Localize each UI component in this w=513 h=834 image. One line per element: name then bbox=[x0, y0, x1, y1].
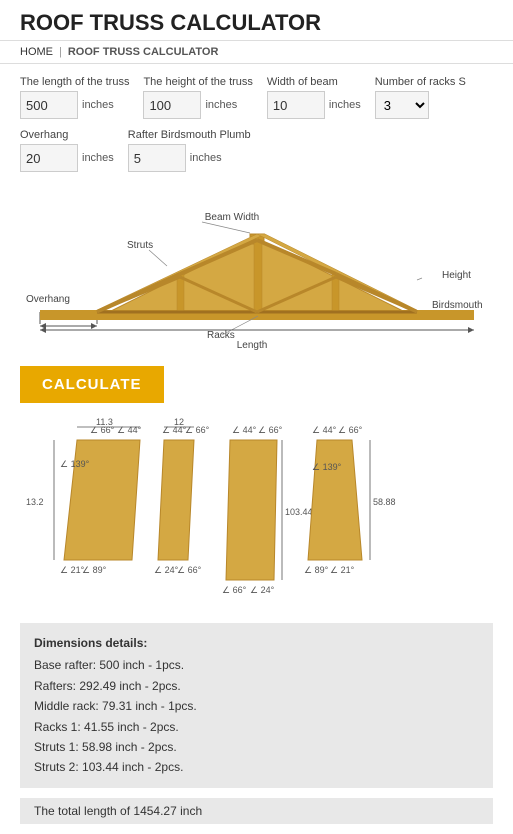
svg-text:13.2: 13.2 bbox=[26, 497, 44, 507]
dim-racks1: Racks 1: 41.55 inch - 2pcs. bbox=[34, 717, 479, 737]
dim-base-rafter: Base rafter: 500 inch - 1pcs. bbox=[34, 655, 479, 675]
field-overhang-unit: inches bbox=[82, 152, 114, 164]
svg-text:∠ 24°: ∠ 24° bbox=[250, 585, 275, 595]
page-title: ROOF TRUSS CALCULATOR bbox=[20, 10, 493, 36]
field-beam-width-input[interactable] bbox=[267, 91, 325, 119]
label-birdsmouth: Birdsmouth bbox=[432, 300, 483, 311]
field-height-input[interactable] bbox=[143, 91, 201, 119]
field-height-label: The height of the truss bbox=[143, 76, 252, 88]
form-section: The length of the truss inches The heigh… bbox=[0, 64, 513, 190]
label-height: Height bbox=[442, 270, 471, 281]
svg-text:∠ 66°: ∠ 66° bbox=[338, 425, 363, 435]
svg-text:∠ 44°: ∠ 44° bbox=[117, 425, 142, 435]
label-length: Length bbox=[236, 340, 267, 350]
field-length-label: The length of the truss bbox=[20, 76, 129, 88]
field-overhang-input[interactable] bbox=[20, 144, 78, 172]
svg-text:∠ 66°: ∠ 66° bbox=[185, 425, 210, 435]
label-struts: Struts bbox=[127, 240, 153, 251]
svg-text:∠ 139°: ∠ 139° bbox=[60, 459, 90, 469]
label-overhang: Overhang bbox=[26, 294, 70, 305]
calc-btn-section: CALCULATE bbox=[0, 358, 513, 411]
field-racks-select[interactable]: 3 2 4 5 bbox=[375, 91, 429, 119]
dimensions-section: Dimensions details: Base rafter: 500 inc… bbox=[20, 623, 493, 788]
breadcrumb-separator: | bbox=[59, 46, 62, 58]
svg-text:∠ 21°: ∠ 21° bbox=[60, 565, 85, 575]
svg-text:∠ 24°: ∠ 24° bbox=[154, 565, 179, 575]
svg-text:∠ 66°: ∠ 66° bbox=[258, 425, 283, 435]
field-height-unit: inches bbox=[205, 99, 237, 111]
svg-text:58.88: 58.88 bbox=[373, 497, 396, 507]
field-height: The height of the truss inches bbox=[143, 76, 252, 119]
svg-text:∠ 89°: ∠ 89° bbox=[304, 565, 329, 575]
field-racks: Number of racks S 3 2 4 5 bbox=[375, 76, 466, 119]
form-row-2: Overhang inches Rafter Birdsmouth Plumb … bbox=[20, 129, 493, 172]
svg-text:103.44: 103.44 bbox=[285, 507, 313, 517]
truss-diagram-section: Beam Width Struts Height Birdsmouth Over… bbox=[0, 190, 513, 350]
breadcrumb-current: ROOF TRUSS CALCULATOR bbox=[68, 46, 219, 58]
breadcrumb: HOME | ROOF TRUSS CALCULATOR bbox=[0, 41, 513, 64]
label-beam-width: Beam Width bbox=[204, 212, 258, 223]
dimensions-title: Dimensions details: bbox=[34, 633, 479, 653]
total-length-text: The total length of 1454.27 inch bbox=[34, 804, 202, 818]
dim-rafters: Rafters: 292.49 inch - 2pcs. bbox=[34, 676, 479, 696]
field-beam-width-unit: inches bbox=[329, 99, 361, 111]
truss-diagram: Beam Width Struts Height Birdsmouth Over… bbox=[22, 190, 492, 350]
pieces-diagram: ∠ 66° ∠ 44° ∠ 21° ∠ 89° 13.2 11.3 ∠ 44° … bbox=[22, 415, 492, 615]
pieces-diagram-section: ∠ 66° ∠ 44° ∠ 21° ∠ 89° 13.2 11.3 ∠ 44° … bbox=[0, 411, 513, 623]
svg-text:∠ 44°: ∠ 44° bbox=[232, 425, 257, 435]
form-row-1: The length of the truss inches The heigh… bbox=[20, 76, 493, 119]
svg-text:∠ 89°: ∠ 89° bbox=[82, 565, 107, 575]
header-section: ROOF TRUSS CALCULATOR bbox=[0, 0, 513, 41]
field-birdsmouth: Rafter Birdsmouth Plumb inches bbox=[128, 129, 251, 172]
field-birdsmouth-label: Rafter Birdsmouth Plumb bbox=[128, 129, 251, 141]
field-overhang-label: Overhang bbox=[20, 129, 114, 141]
field-beam-width-label: Width of beam bbox=[267, 76, 361, 88]
svg-text:∠ 44°: ∠ 44° bbox=[312, 425, 337, 435]
svg-text:∠ 21°: ∠ 21° bbox=[330, 565, 355, 575]
label-racks: Racks bbox=[207, 330, 235, 341]
svg-text:∠ 66°: ∠ 66° bbox=[222, 585, 247, 595]
total-length-section: The total length of 1454.27 inch bbox=[20, 798, 493, 824]
field-birdsmouth-input[interactable] bbox=[128, 144, 186, 172]
field-racks-label: Number of racks S bbox=[375, 76, 466, 88]
field-birdsmouth-unit: inches bbox=[190, 152, 222, 164]
calculate-button[interactable]: CALCULATE bbox=[20, 366, 164, 403]
field-length: The length of the truss inches bbox=[20, 76, 129, 119]
field-length-input[interactable] bbox=[20, 91, 78, 119]
dim-middle-rack: Middle rack: 79.31 inch - 1pcs. bbox=[34, 696, 479, 716]
svg-text:∠ 139°: ∠ 139° bbox=[312, 462, 342, 472]
breadcrumb-home[interactable]: HOME bbox=[20, 46, 53, 58]
field-length-unit: inches bbox=[82, 99, 114, 111]
field-overhang: Overhang inches bbox=[20, 129, 114, 172]
svg-text:12: 12 bbox=[174, 417, 184, 427]
dim-struts1: Struts 1: 58.98 inch - 2pcs. bbox=[34, 737, 479, 757]
svg-text:∠ 66°: ∠ 66° bbox=[177, 565, 202, 575]
dim-struts2: Struts 2: 103.44 inch - 2pcs. bbox=[34, 757, 479, 777]
field-beam-width: Width of beam inches bbox=[267, 76, 361, 119]
svg-text:11.3: 11.3 bbox=[96, 417, 113, 427]
